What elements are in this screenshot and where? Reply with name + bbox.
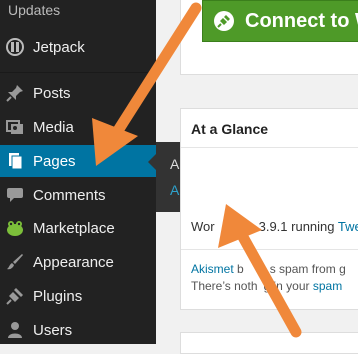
widget-title: At a Glance [191,121,269,137]
sidebar-divider [0,72,156,73]
pages-icon [5,151,25,171]
sidebar-item-jetpack[interactable]: Jetpack [0,31,156,63]
sidebar-item-marketplace[interactable]: Marketplace [0,212,156,244]
akismet-suffix: s spam from g [269,262,346,276]
akismet-line2-mid: g in your [263,279,310,293]
pushpin-icon [5,83,25,103]
main-content: Connect to W At a Glance Wor 3.9.1 runnin… [156,0,358,354]
paintbrush-icon [5,252,25,272]
wp-version: 3.9.1 running [258,219,335,234]
sidebar-item-plugins[interactable]: Plugins [0,280,156,312]
dashboard-widget [180,332,358,354]
sidebar-item-label: Appearance [33,253,114,271]
connect-button[interactable]: Connect to W [202,0,358,42]
sidebar-item-updates[interactable]: Updates [8,2,60,18]
wordpress-version-text: Wor 3.9.1 running Twe [191,219,358,234]
akismet-text: b [237,262,244,276]
sidebar-item-label: Marketplace [33,219,115,237]
sidebar-item-posts[interactable]: Posts [0,77,156,109]
frog-icon [5,218,25,238]
widget-divider [181,249,358,250]
sidebar-item-comments[interactable]: Comments [0,179,156,211]
sidebar-item-label: Jetpack [33,38,85,56]
sidebar-item-pages[interactable]: Pages [0,145,156,177]
plugin-icon [5,286,25,306]
widget-divider [181,147,358,148]
sidebar-item-label: Pages [33,152,76,170]
sidebar-item-label: Users [33,321,73,339]
at-a-glance-widget: At a Glance Wor 3.9.1 running Twe Akismet… [180,108,358,310]
sidebar-item-label: Media [33,118,74,136]
sidebar-item-users[interactable]: Users [0,314,156,346]
comment-icon [5,185,25,205]
akismet-link[interactable]: Akismet [191,262,234,276]
sidebar-item-appearance[interactable]: Appearance [0,246,156,278]
spam-link[interactable]: spam [313,279,342,293]
wp-prefix: Wor [191,219,215,234]
user-icon [5,320,25,340]
theme-link[interactable]: Twe [338,219,358,234]
admin-sidebar: Updates Jetpack Posts Media Pages Commen… [0,0,156,344]
sidebar-item-label: Comments [33,186,106,204]
plug-icon [213,10,235,32]
connect-button-label: Connect to W [245,9,358,32]
media-icon [5,117,25,137]
sidebar-item-label: Posts [33,84,71,102]
jetpack-icon [5,37,25,57]
sidebar-item-media[interactable]: Media [0,111,156,143]
sidebar-item-label: Plugins [33,287,83,305]
akismet-line2: There’s noth [191,279,258,293]
akismet-status: Akismet b s spam from g There’s noth g in … [191,261,358,295]
